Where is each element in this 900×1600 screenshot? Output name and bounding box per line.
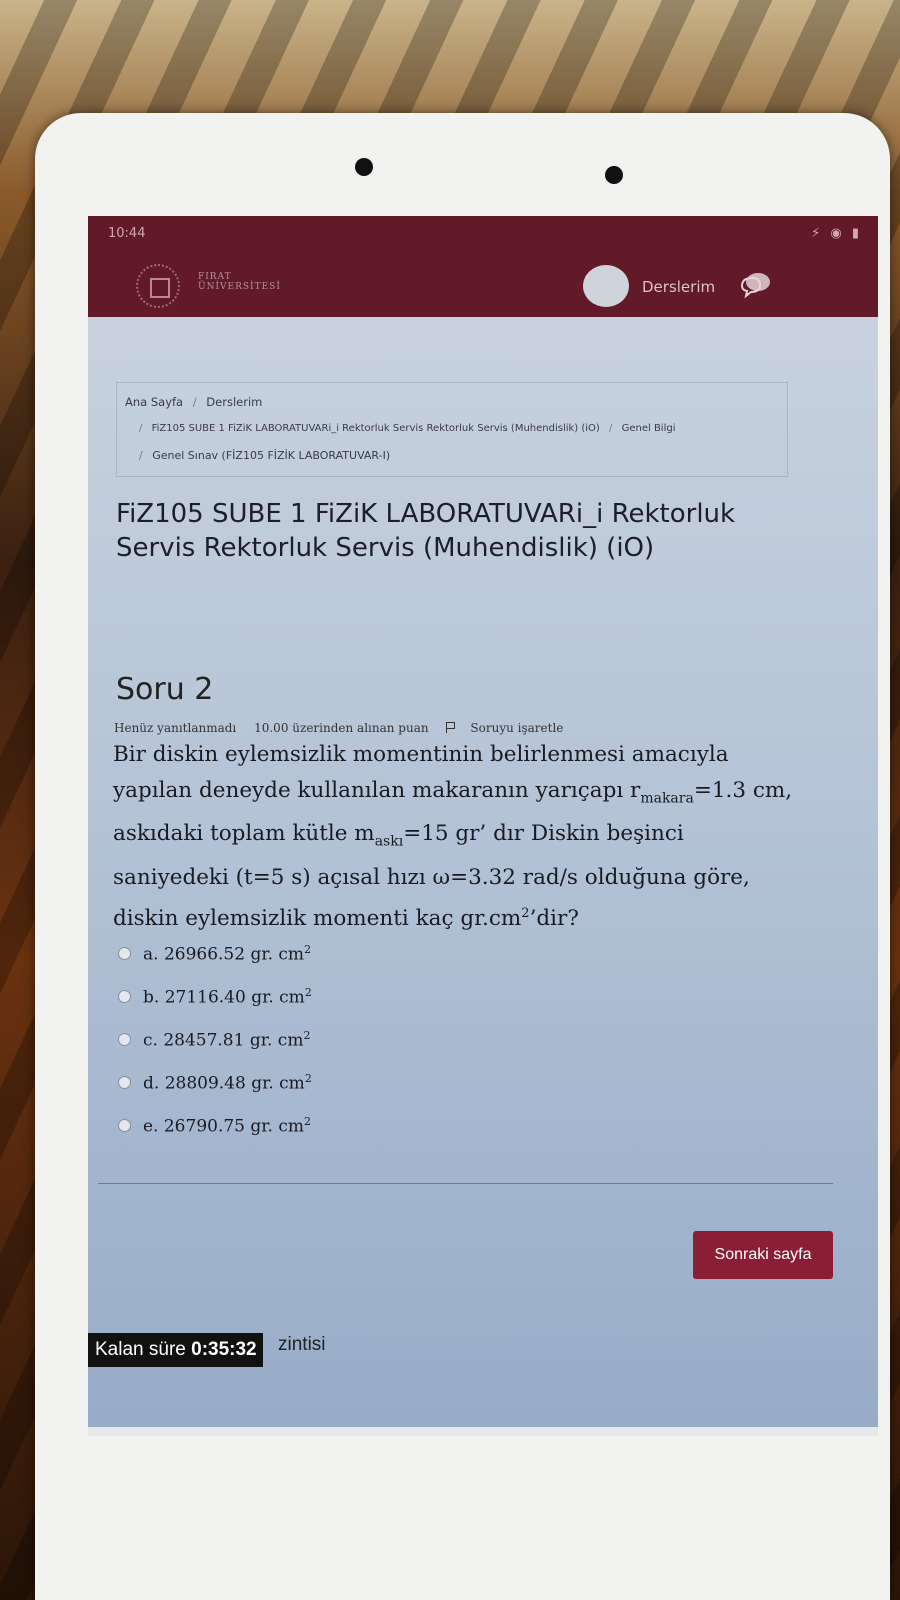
answer-list: a. 26966.52 gr. cm2 b. 27116.40 gr. cm2 … [118,932,312,1147]
navigation-label-partial: zintisi [278,1334,326,1355]
answer-option-e[interactable]: e. 26790.75 gr. cm2 [118,1104,312,1147]
logo-text-line1: FIRAT [198,272,232,282]
question-info: Henüz yanıtlanmadı 10.00 üzerinden alına… [114,721,591,735]
answer-label: b. 27116.40 gr. cm2 [143,985,312,1008]
breadcrumb-separator: / [139,423,143,434]
question-text-part: ’dir? [529,905,579,931]
flag-question-label: Soruyu işaretle [470,721,564,735]
question-text: Bir diskin eylemsizlik momentinin belirl… [113,737,803,937]
courses-link[interactable]: Derslerim [642,278,715,296]
breadcrumb-section[interactable]: Genel Bilgi [622,423,676,434]
flag-icon [446,722,456,733]
university-logo-icon[interactable] [136,264,180,308]
tablet-frame: 10:44 ⚡ ◉ ▮ FIRAT ÜNİVERSİTESİ Derslerim… [35,113,890,1600]
question-status: Henüz yanıtlanmadı [114,721,237,735]
camera-dot [355,158,373,176]
answer-option-c[interactable]: c. 28457.81 gr. cm2 [118,1018,312,1061]
breadcrumb-courses[interactable]: Derslerim [206,395,262,409]
answer-label: c. 28457.81 gr. cm2 [143,1028,311,1051]
breadcrumb-separator: / [609,423,613,434]
status-time: 10:44 [108,226,146,241]
breadcrumb: Ana Sayfa / Derslerim / FiZ105 SUBE 1 Fi… [116,382,788,477]
breadcrumb-separator: / [192,395,197,409]
answer-label: e. 26790.75 gr. cm2 [143,1114,311,1137]
question-number: Soru 2 [116,672,214,707]
avatar[interactable] [583,265,629,307]
status-bar: 10:44 ⚡ ◉ ▮ [88,216,878,254]
answer-option-a[interactable]: a. 26966.52 gr. cm2 [118,932,312,975]
divider [98,1183,833,1184]
radio-button[interactable] [118,990,131,1003]
screen: 10:44 ⚡ ◉ ▮ FIRAT ÜNİVERSİTESİ Derslerim… [88,216,878,1436]
back-icon[interactable]: ‹ [676,1435,687,1436]
answer-label: d. 28809.48 gr. cm2 [143,1071,312,1094]
timer-value: 0:35:32 [191,1339,257,1360]
subscript-aski: askı [374,833,404,850]
next-page-button[interactable]: Sonraki sayfa [693,1231,833,1279]
answer-label: a. 26966.52 gr. cm2 [143,942,312,965]
page-title: FiZ105 SUBE 1 FiZiK LABORATUVARi_i Rekto… [116,499,736,563]
breadcrumb-home[interactable]: Ana Sayfa [125,395,183,409]
radio-button[interactable] [118,947,131,960]
radio-button[interactable] [118,1033,131,1046]
answer-option-b[interactable]: b. 27116.40 gr. cm2 [118,975,312,1018]
question-points: 10.00 üzerinden alınan puan [254,721,429,735]
chat-icon[interactable] [738,270,772,300]
android-nav-bar: ||| ‹ [88,1427,878,1436]
main-content: Ana Sayfa / Derslerim / FiZ105 SUBE 1 Fi… [88,317,878,1427]
question-text-part: Bir diskin eylemsizlik momentinin belirl… [113,742,729,803]
superscript-2: 2 [521,905,530,921]
university-name: FIRAT ÜNİVERSİTESİ [198,272,281,292]
answer-option-d[interactable]: d. 28809.48 gr. cm2 [118,1061,312,1104]
subscript-makara: makara [640,790,694,807]
radio-button[interactable] [118,1076,131,1089]
flag-question-button[interactable]: Soruyu işaretle [446,721,577,735]
time-remaining: Kalan süre 0:35:32 [88,1333,263,1367]
status-icons: ⚡ ◉ ▮ [811,226,862,241]
sensor-dot [605,166,623,184]
radio-button[interactable] [118,1119,131,1132]
top-navbar: FIRAT ÜNİVERSİTESİ Derslerim [88,254,878,317]
logo-text-line2: ÜNİVERSİTESİ [198,282,281,292]
breadcrumb-course[interactable]: FiZ105 SUBE 1 FiZiK LABORATUVARi_i Rekto… [152,423,600,434]
breadcrumb-separator: / [139,449,143,462]
timer-label: Kalan süre [95,1339,186,1360]
breadcrumb-exam[interactable]: Genel Sınav (FİZ105 FİZİK LABORATUVAR-I) [152,449,390,462]
